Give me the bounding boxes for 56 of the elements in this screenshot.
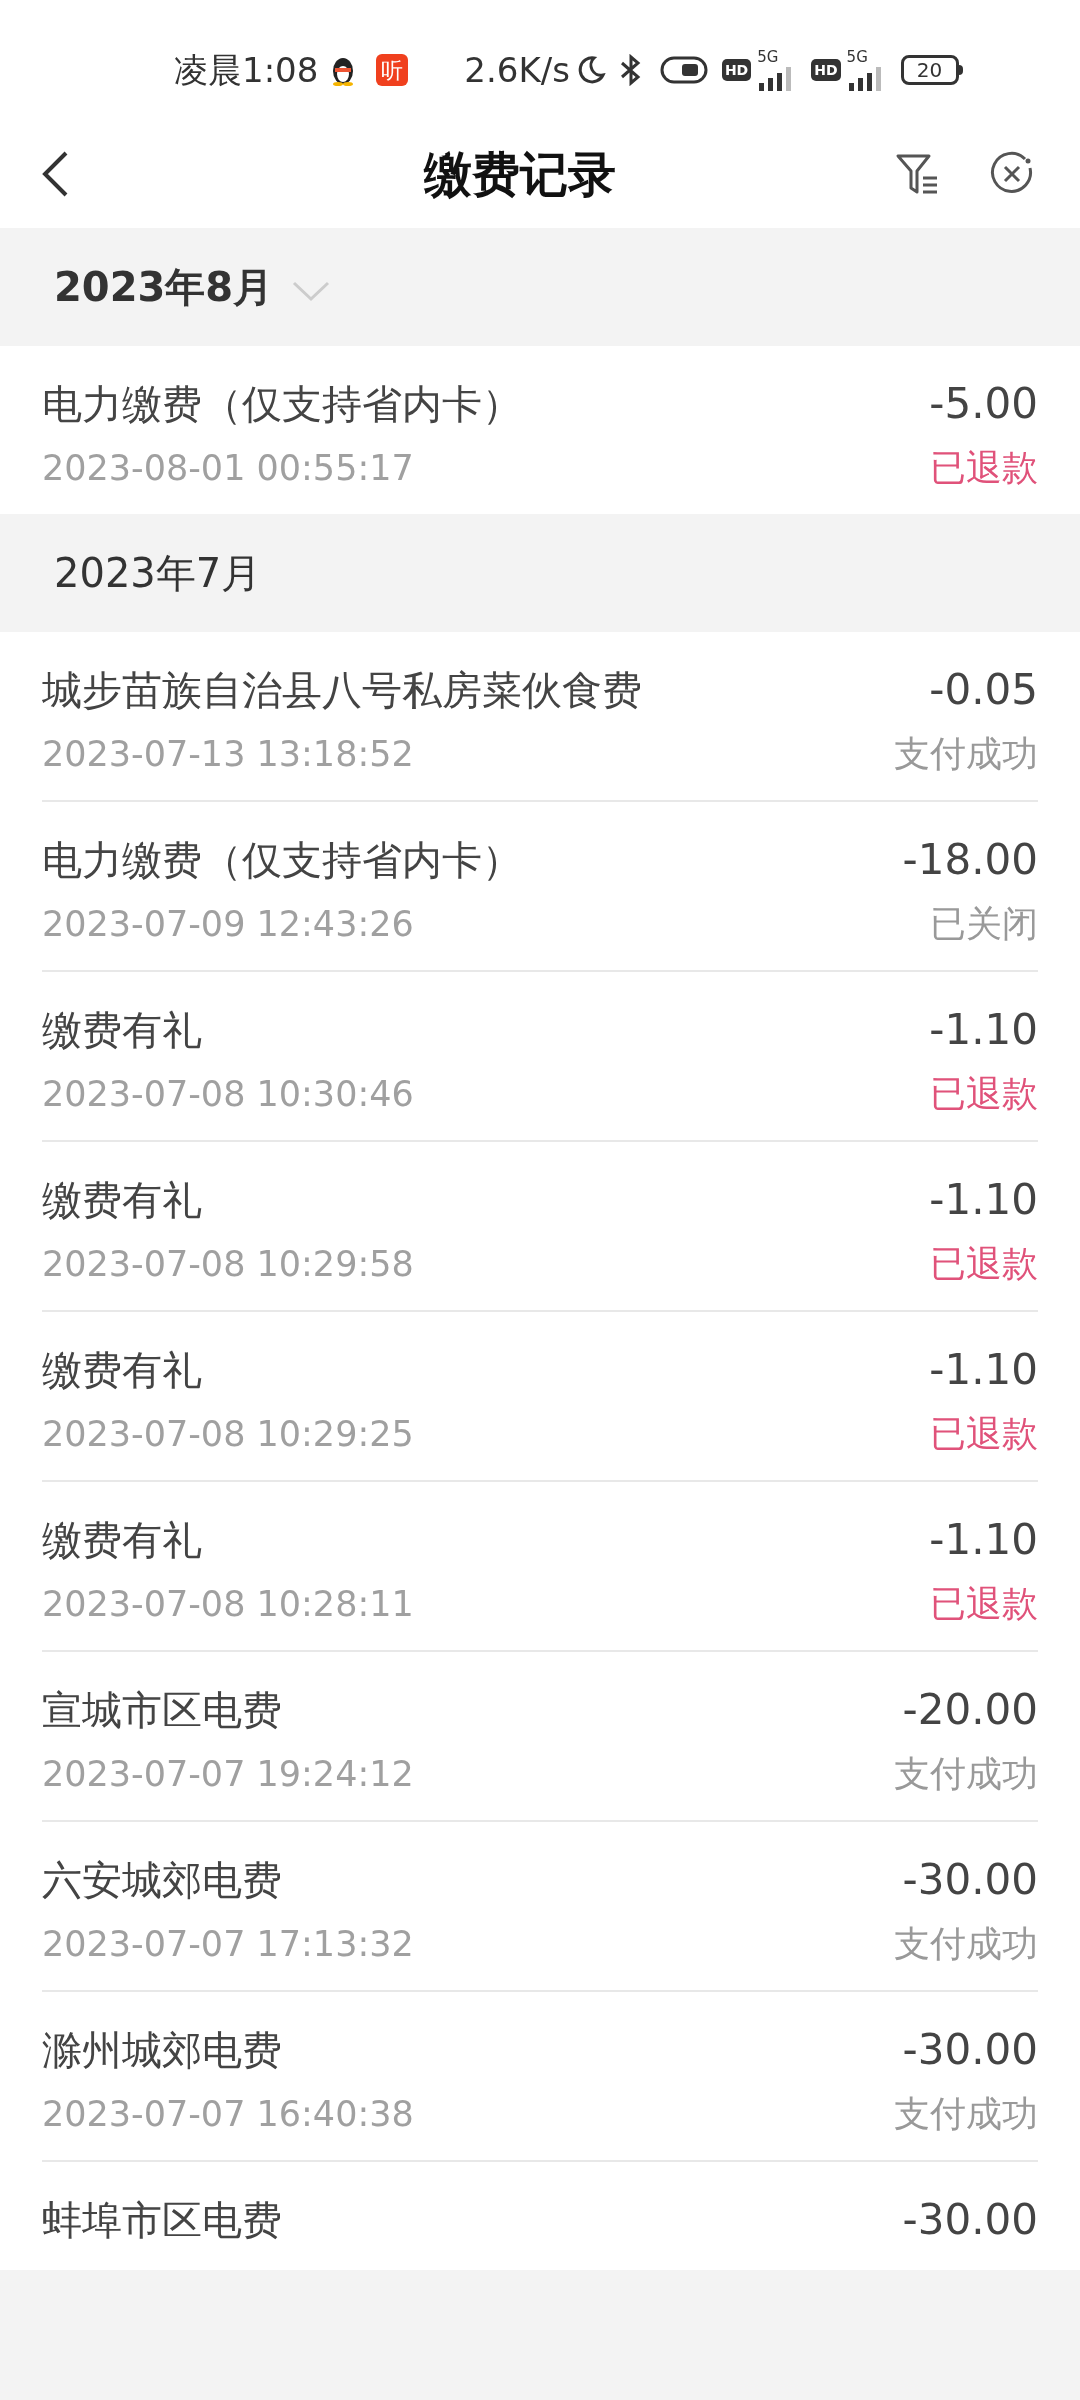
record-amount: -1.10	[929, 1174, 1038, 1226]
record-amount: -20.00	[902, 1684, 1038, 1736]
network-type: 5G	[757, 49, 780, 65]
page-title: 缴费记录	[422, 145, 617, 204]
record-time: 2023-08-01 00:55:17	[42, 447, 415, 490]
record-name: 蚌埠市区电费	[42, 2196, 282, 2245]
record-time: 2023-07-07 19:24:12	[42, 1753, 414, 1796]
record-status: 支付成功	[894, 1752, 1038, 1796]
record-name: 缴费有礼	[42, 1006, 203, 1055]
record-amount: -0.05	[929, 664, 1038, 716]
record-time: 2023-07-13 13:18:52	[42, 733, 415, 776]
record-amount: -30.00	[902, 2024, 1038, 2076]
record-status: 已关闭	[930, 902, 1038, 946]
network-type: 5G	[846, 49, 869, 65]
record-amount: -5.00	[929, 378, 1038, 430]
record-name: 六安城郊电费	[42, 1856, 283, 1905]
record-status: 已退款	[930, 1412, 1038, 1456]
record-time: 2023-07-08 10:29:25	[42, 1413, 414, 1456]
record-name: 宣城市区电费	[42, 1686, 283, 1735]
record-status: 已退款	[930, 1242, 1038, 1286]
toggle-icon	[659, 55, 708, 85]
hd-badge: HD	[721, 59, 752, 81]
record-status: 支付成功	[894, 732, 1038, 776]
record-name: 电力缴费（仅支持省内卡）	[42, 380, 522, 429]
month-header: 2023年8月	[54, 263, 274, 312]
record-time: 2023-07-08 10:30:46	[42, 1073, 414, 1116]
record-name: 缴费有礼	[42, 1516, 203, 1565]
record-amount: -1.10	[929, 1004, 1038, 1056]
record-name: 电力缴费（仅支持省内卡）	[42, 836, 522, 885]
record-amount: -30.00	[902, 1854, 1038, 1906]
hd-badge: HD	[811, 59, 841, 81]
record-status: 已退款	[930, 1072, 1038, 1116]
record-name: 城步苗族自治县八号私房菜伙食费	[42, 666, 642, 715]
record-time: 2023-07-08 10:28:11	[42, 1583, 414, 1626]
battery-level: 20	[916, 60, 943, 80]
chevron-down-icon	[291, 280, 332, 302]
month-header: 2023年7月	[54, 549, 262, 598]
network-speed: 2.6K/s	[464, 48, 570, 92]
record-amount: -1.10	[929, 1344, 1038, 1396]
back-icon	[40, 150, 70, 198]
record-time: 2023-07-07 16:40:38	[42, 2093, 414, 2136]
record-name: 滁州城郊电费	[42, 2026, 283, 2075]
record-name: 缴费有礼	[42, 1176, 203, 1225]
record-name: 缴费有礼	[42, 1346, 203, 1395]
record-status: 支付成功	[894, 2092, 1038, 2136]
record-time: 2023-07-07 17:13:32	[42, 1923, 414, 1966]
status-time: 凌晨1:08	[174, 48, 319, 92]
record-time: 2023-07-08 10:29:58	[42, 1243, 414, 1286]
record-status: 已退款	[930, 446, 1038, 490]
record-amount: -30.00	[902, 2194, 1038, 2246]
record-time: 2023-07-09 12:43:26	[42, 903, 415, 946]
record-amount: -1.10	[929, 1514, 1038, 1566]
record-status: 支付成功	[894, 1922, 1038, 1966]
app-badge: 听	[376, 54, 409, 86]
record-status: 已退款	[930, 1582, 1038, 1626]
record-amount: -18.00	[902, 834, 1038, 886]
